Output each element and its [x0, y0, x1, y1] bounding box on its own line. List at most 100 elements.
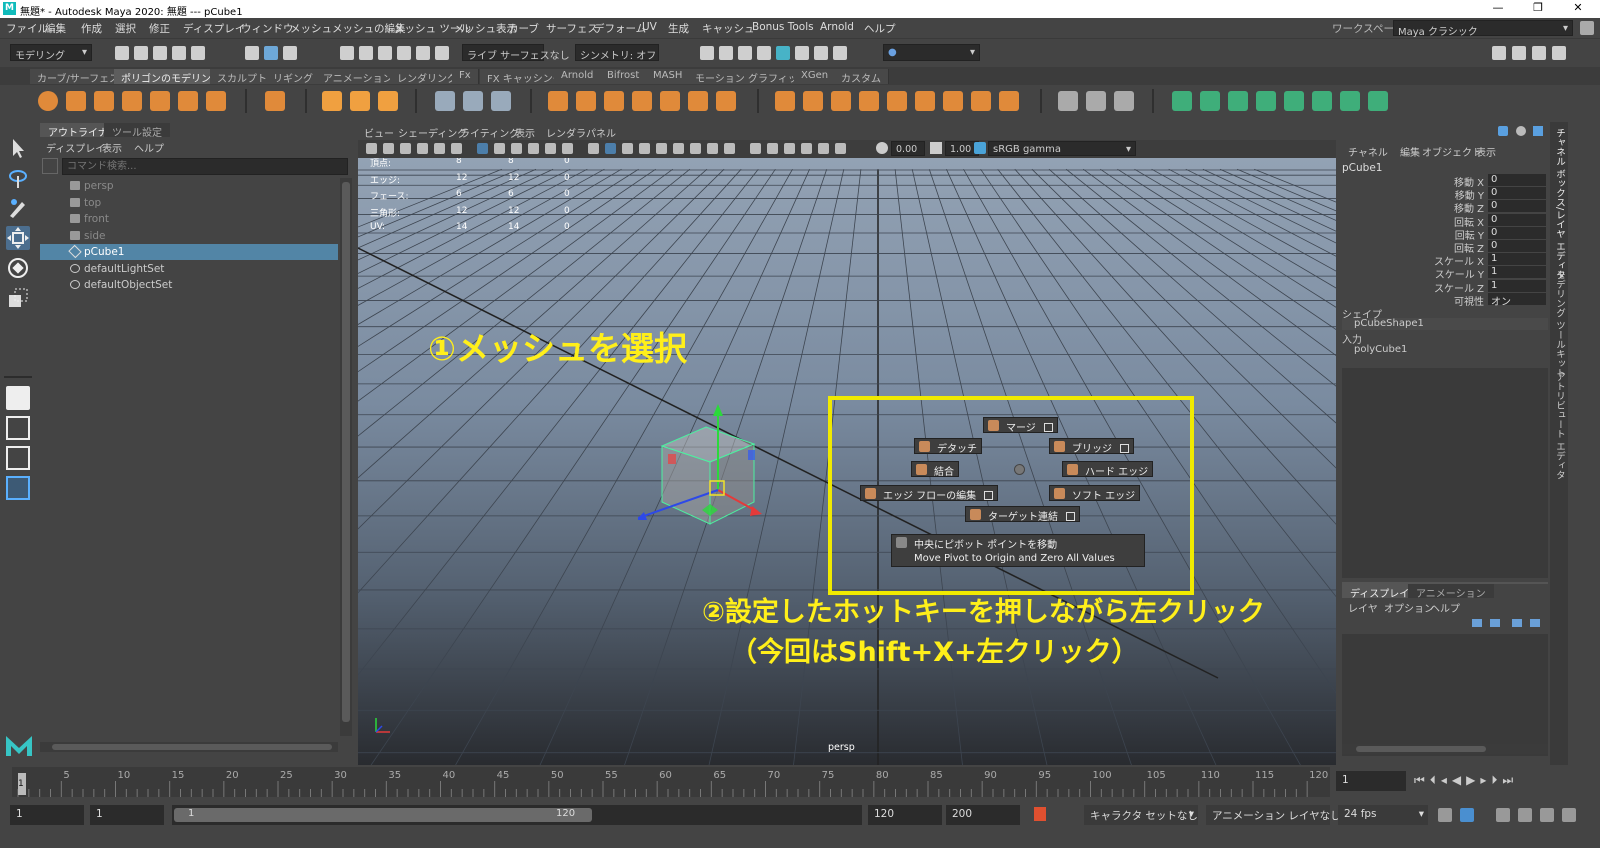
- motion-blur-icon[interactable]: [707, 143, 718, 154]
- shelf-tab-8[interactable]: Arnold: [554, 69, 602, 84]
- camera-attributes-icon[interactable]: [383, 143, 394, 154]
- menu-item-7[interactable]: メッシュ: [290, 21, 332, 36]
- outliner-item[interactable]: front: [40, 211, 338, 227]
- channel-row[interactable]: スケール Y1: [1338, 266, 1546, 281]
- play-forward-icon[interactable]: ▶: [1466, 773, 1480, 787]
- channel-row[interactable]: 移動 Z0: [1338, 200, 1546, 215]
- minimize-icon[interactable]: —: [1478, 1, 1518, 17]
- scale-tool-icon[interactable]: [6, 286, 30, 310]
- channel-value[interactable]: 0: [1488, 226, 1546, 239]
- ipr-render-icon[interactable]: [738, 46, 752, 60]
- grid-icon[interactable]: [477, 143, 488, 154]
- uv-display-icon[interactable]: [491, 91, 511, 111]
- login-dropdown[interactable]: ● ▾: [883, 44, 980, 61]
- viewport-menu-3[interactable]: 表示: [515, 125, 535, 140]
- channel-menu-0[interactable]: チャネル: [1348, 144, 1388, 159]
- ambient-occlusion-icon[interactable]: [690, 143, 701, 154]
- select-component-icon[interactable]: [283, 46, 297, 60]
- xray-joints-icon[interactable]: [784, 143, 795, 154]
- poly-disc-icon[interactable]: [206, 91, 226, 111]
- undo-icon[interactable]: [172, 46, 186, 60]
- sound-icon[interactable]: [1496, 808, 1510, 822]
- backface-icon[interactable]: [835, 143, 846, 154]
- menu-item-11[interactable]: カーブ: [508, 21, 539, 36]
- new-layer-selected-icon[interactable]: [1530, 619, 1540, 627]
- viewport-menu-4[interactable]: レンダラ: [546, 125, 586, 140]
- tab-tool-settings[interactable]: ツール設定: [104, 123, 170, 139]
- rotate-tool-icon[interactable]: [6, 256, 30, 280]
- channel-value[interactable]: 1: [1488, 266, 1546, 279]
- four-view-layout-icon[interactable]: [6, 416, 30, 440]
- svg-icon[interactable]: [378, 91, 398, 111]
- scene-end-field[interactable]: 200: [946, 805, 1020, 825]
- channel-icon[interactable]: [1498, 126, 1508, 136]
- viewport-menu-5[interactable]: パネル: [586, 125, 616, 140]
- layer-list[interactable]: [1342, 634, 1548, 756]
- bevel-icon[interactable]: [831, 91, 851, 111]
- menu-item-2[interactable]: 作成: [81, 21, 102, 36]
- scene-start-field[interactable]: 1: [10, 805, 84, 825]
- hypershade-icon[interactable]: [776, 46, 790, 60]
- attribute-editor-icon[interactable]: [1512, 46, 1526, 60]
- channel-value[interactable]: 0: [1488, 187, 1546, 200]
- workspace-dropdown[interactable]: Maya クラシック ▾: [1393, 20, 1573, 38]
- channel-value[interactable]: 0: [1488, 240, 1546, 252]
- mm-target-weld[interactable]: ターゲット連結: [965, 506, 1080, 523]
- menu-item-14[interactable]: UV: [642, 21, 657, 33]
- step-forward-key-icon[interactable]: ⏵: [1491, 773, 1502, 787]
- wireframe-on-shaded-icon[interactable]: [622, 143, 633, 154]
- uv-unfold-icon[interactable]: [1284, 91, 1304, 111]
- save-scene-icon[interactable]: [153, 46, 167, 60]
- persp-outliner-layout-icon[interactable]: [6, 446, 30, 470]
- current-frame-field[interactable]: 1: [1336, 771, 1406, 791]
- tool-settings-icon[interactable]: [1532, 46, 1546, 60]
- grease-pencil-icon[interactable]: [1518, 808, 1532, 822]
- close-icon[interactable]: ✕: [1558, 1, 1598, 17]
- snap-edge-icon[interactable]: [435, 46, 449, 60]
- outliner-search-input[interactable]: [62, 158, 348, 175]
- layer-hscrollbar[interactable]: [1342, 744, 1548, 754]
- view-transform-dropdown[interactable]: sRGB gamma ▾: [988, 141, 1136, 156]
- channel-menu-3[interactable]: 表示: [1476, 144, 1496, 159]
- attr-icon[interactable]: [1533, 126, 1543, 136]
- outliner-scrollbar[interactable]: [340, 178, 352, 736]
- render-frame-icon[interactable]: [719, 46, 733, 60]
- bounding-box-icon[interactable]: [818, 143, 829, 154]
- channel-row[interactable]: スケール X1: [1338, 253, 1546, 268]
- move-tool-icon[interactable]: [6, 226, 30, 250]
- scrollbar-thumb[interactable]: [342, 182, 350, 722]
- xray-icon[interactable]: [767, 143, 778, 154]
- append-icon[interactable]: [859, 91, 879, 111]
- exposure-field[interactable]: 0.00: [891, 141, 925, 156]
- select-hierarchy-icon[interactable]: [245, 46, 259, 60]
- layer-menu-2[interactable]: ヘルプ: [1430, 600, 1460, 615]
- select-tool-icon[interactable]: [6, 136, 30, 160]
- color-management-icon[interactable]: [974, 142, 986, 154]
- poly-cylinder-icon[interactable]: [94, 91, 114, 111]
- single-perspective-layout-icon[interactable]: [6, 386, 30, 410]
- shelf-tab-4[interactable]: アニメーション: [316, 69, 401, 85]
- poke-icon[interactable]: [971, 91, 991, 111]
- channel-value[interactable]: オン: [1488, 292, 1546, 308]
- light-editor-icon[interactable]: [814, 46, 828, 60]
- poly-cone-icon[interactable]: [122, 91, 142, 111]
- step-back-icon[interactable]: ◂: [1441, 773, 1452, 787]
- playback-start-field[interactable]: 1: [90, 805, 164, 825]
- combine-icon[interactable]: [548, 91, 568, 111]
- scrollbar-thumb[interactable]: [1356, 746, 1486, 752]
- layer-move-down-icon[interactable]: [1490, 619, 1500, 627]
- uv-planar-icon[interactable]: [1172, 91, 1192, 111]
- layer-menu-1[interactable]: オプション: [1384, 600, 1434, 615]
- menu-item-6[interactable]: ウィンドウ: [241, 21, 294, 36]
- bridge-icon[interactable]: [803, 91, 823, 111]
- uv-layout-icon[interactable]: [1312, 91, 1332, 111]
- side-tab-modeling-toolkit[interactable]: モデリング ツールキット: [1552, 270, 1566, 378]
- filter-icon[interactable]: [42, 158, 58, 174]
- menu-item-15[interactable]: 生成: [668, 21, 689, 36]
- 3d-viewport[interactable]: 頂点: 8 8 0 エッジ: 12 12 0 フェース: 6 6 0 三角形: 12 12 0 UV: 14 14 0…: [358, 158, 1336, 772]
- snap-grid-icon[interactable]: [340, 46, 354, 60]
- auto-key-icon[interactable]: [1034, 807, 1046, 821]
- smooth-shade-icon[interactable]: [605, 143, 616, 154]
- menu-item-5[interactable]: ディスプレイ: [183, 21, 245, 36]
- side-tab-channel-box[interactable]: チャネル ボックス/レイヤ エディタ: [1552, 128, 1566, 280]
